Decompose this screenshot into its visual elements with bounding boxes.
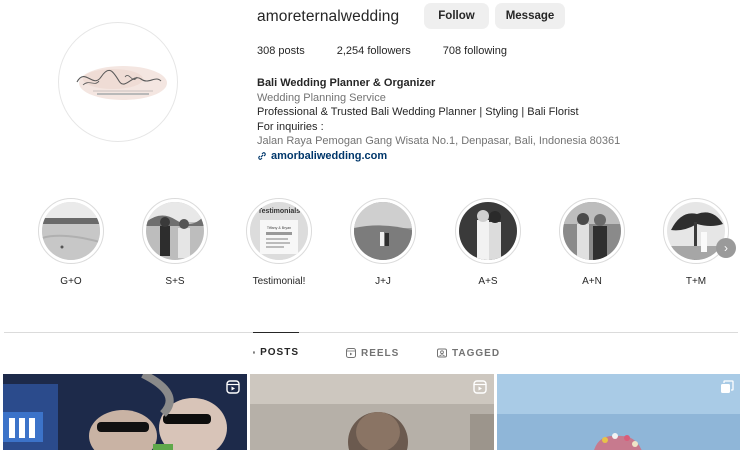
- tab-posts-label: POSTS: [260, 347, 299, 358]
- following-count[interactable]: 708 following: [443, 45, 507, 57]
- post-tile[interactable]: [497, 374, 740, 450]
- followers-count-label: followers: [367, 45, 411, 57]
- bio-category[interactable]: Wedding Planning Service: [257, 91, 727, 106]
- grid-icon: [253, 351, 256, 354]
- posts-count: 308 posts: [257, 45, 305, 57]
- highlight-ring: [559, 198, 625, 264]
- reels-icon: [473, 380, 487, 394]
- highlights-next-button[interactable]: ›: [716, 238, 736, 258]
- beach-photo-icon: [42, 202, 100, 260]
- highlight-ring: Testimonials Tiffany & Bryan: [246, 198, 312, 264]
- tab-reels[interactable]: REELS: [346, 333, 399, 373]
- post-thumbnail: [497, 374, 740, 450]
- highlight-ring: [455, 198, 521, 264]
- reels-icon: [346, 348, 356, 358]
- testimonial-card-line: Tiffany & Bryan: [267, 226, 291, 230]
- carousel-icon: [721, 380, 734, 393]
- tab-posts[interactable]: POSTS: [253, 332, 299, 372]
- highlight-item[interactable]: A+S: [448, 198, 528, 287]
- post-tile[interactable]: [250, 374, 494, 450]
- followers-count[interactable]: 2,254 followers: [337, 45, 411, 57]
- posts-count-label: posts: [278, 45, 305, 57]
- profile-avatar-ring[interactable]: [58, 22, 178, 142]
- highlight-label: S+S: [165, 276, 185, 287]
- highlight-label: A+N: [582, 276, 602, 287]
- tab-reels-label: REELS: [361, 347, 400, 359]
- tab-tagged-label: TAGGED: [452, 347, 501, 359]
- tab-tagged[interactable]: TAGGED: [437, 333, 500, 373]
- bio-address[interactable]: Jalan Raya Pemogan Gang Wisata No.1, Den…: [257, 134, 727, 149]
- highlight-ring: [142, 198, 208, 264]
- highlight-item[interactable]: S+S: [135, 198, 215, 287]
- highlight-item[interactable]: Testimonials Tiffany & Bryan Testimonial…: [239, 198, 319, 287]
- bio-website-text: amorbaliwedding.com: [271, 149, 388, 162]
- follow-button[interactable]: Follow: [424, 3, 489, 29]
- highlight-label: T+M: [685, 276, 707, 287]
- bio-name: Bali Wedding Planner & Organizer: [257, 77, 436, 89]
- highlight-label: A+S: [478, 276, 498, 287]
- followers-count-value: 2,254: [336, 45, 365, 57]
- bio-website-link[interactable]: amorbaliwedding.com: [257, 149, 727, 164]
- profile-bio: Bali Wedding Planner & Organizer Wedding…: [257, 76, 727, 163]
- bio-line: Professional & Trusted Bali Wedding Plan…: [257, 106, 579, 118]
- highlight-label: J+J: [375, 276, 391, 287]
- posts-grid: [3, 374, 740, 450]
- post-thumbnail: [250, 374, 494, 450]
- highlight-ring: [350, 198, 416, 264]
- amor-eternal-logo: [63, 27, 173, 137]
- profile-avatar[interactable]: [63, 27, 173, 137]
- highlight-label: Testimonial!: [252, 276, 306, 287]
- following-count-label: following: [464, 45, 507, 57]
- highlight-item[interactable]: A+N: [552, 198, 632, 287]
- tagged-icon: [437, 348, 447, 358]
- field-photo-icon: [354, 202, 412, 260]
- story-highlights: G+O S+S Testimonials Tiffany & Bryan Tes…: [0, 198, 740, 298]
- testimonial-card-title: Testimonials: [258, 208, 300, 215]
- post-thumbnail: [3, 374, 247, 450]
- couple-photo-icon: [146, 202, 204, 260]
- post-tile[interactable]: [3, 374, 247, 450]
- bio-line: For inquiries :: [257, 120, 324, 133]
- link-icon: [258, 151, 266, 160]
- following-count-value: 708: [442, 45, 462, 57]
- testimonial-card-icon: Testimonials Tiffany & Bryan: [250, 202, 308, 260]
- chevron-right-icon: ›: [724, 241, 728, 255]
- reels-icon: [226, 380, 240, 394]
- highlight-item[interactable]: G+O: [31, 198, 111, 287]
- highlight-label: G+O: [60, 276, 82, 287]
- couple-photo-icon: [459, 202, 517, 260]
- profile-username: amoreternalwedding: [257, 8, 400, 25]
- posts-count-value: 308: [257, 45, 276, 57]
- highlight-ring: [38, 198, 104, 264]
- highlight-item[interactable]: J+J: [343, 198, 423, 287]
- profile-stats: 308 posts 2,254 followers 708 following: [257, 45, 539, 57]
- message-button[interactable]: Message: [495, 3, 565, 29]
- couple-photo-icon: [563, 202, 621, 260]
